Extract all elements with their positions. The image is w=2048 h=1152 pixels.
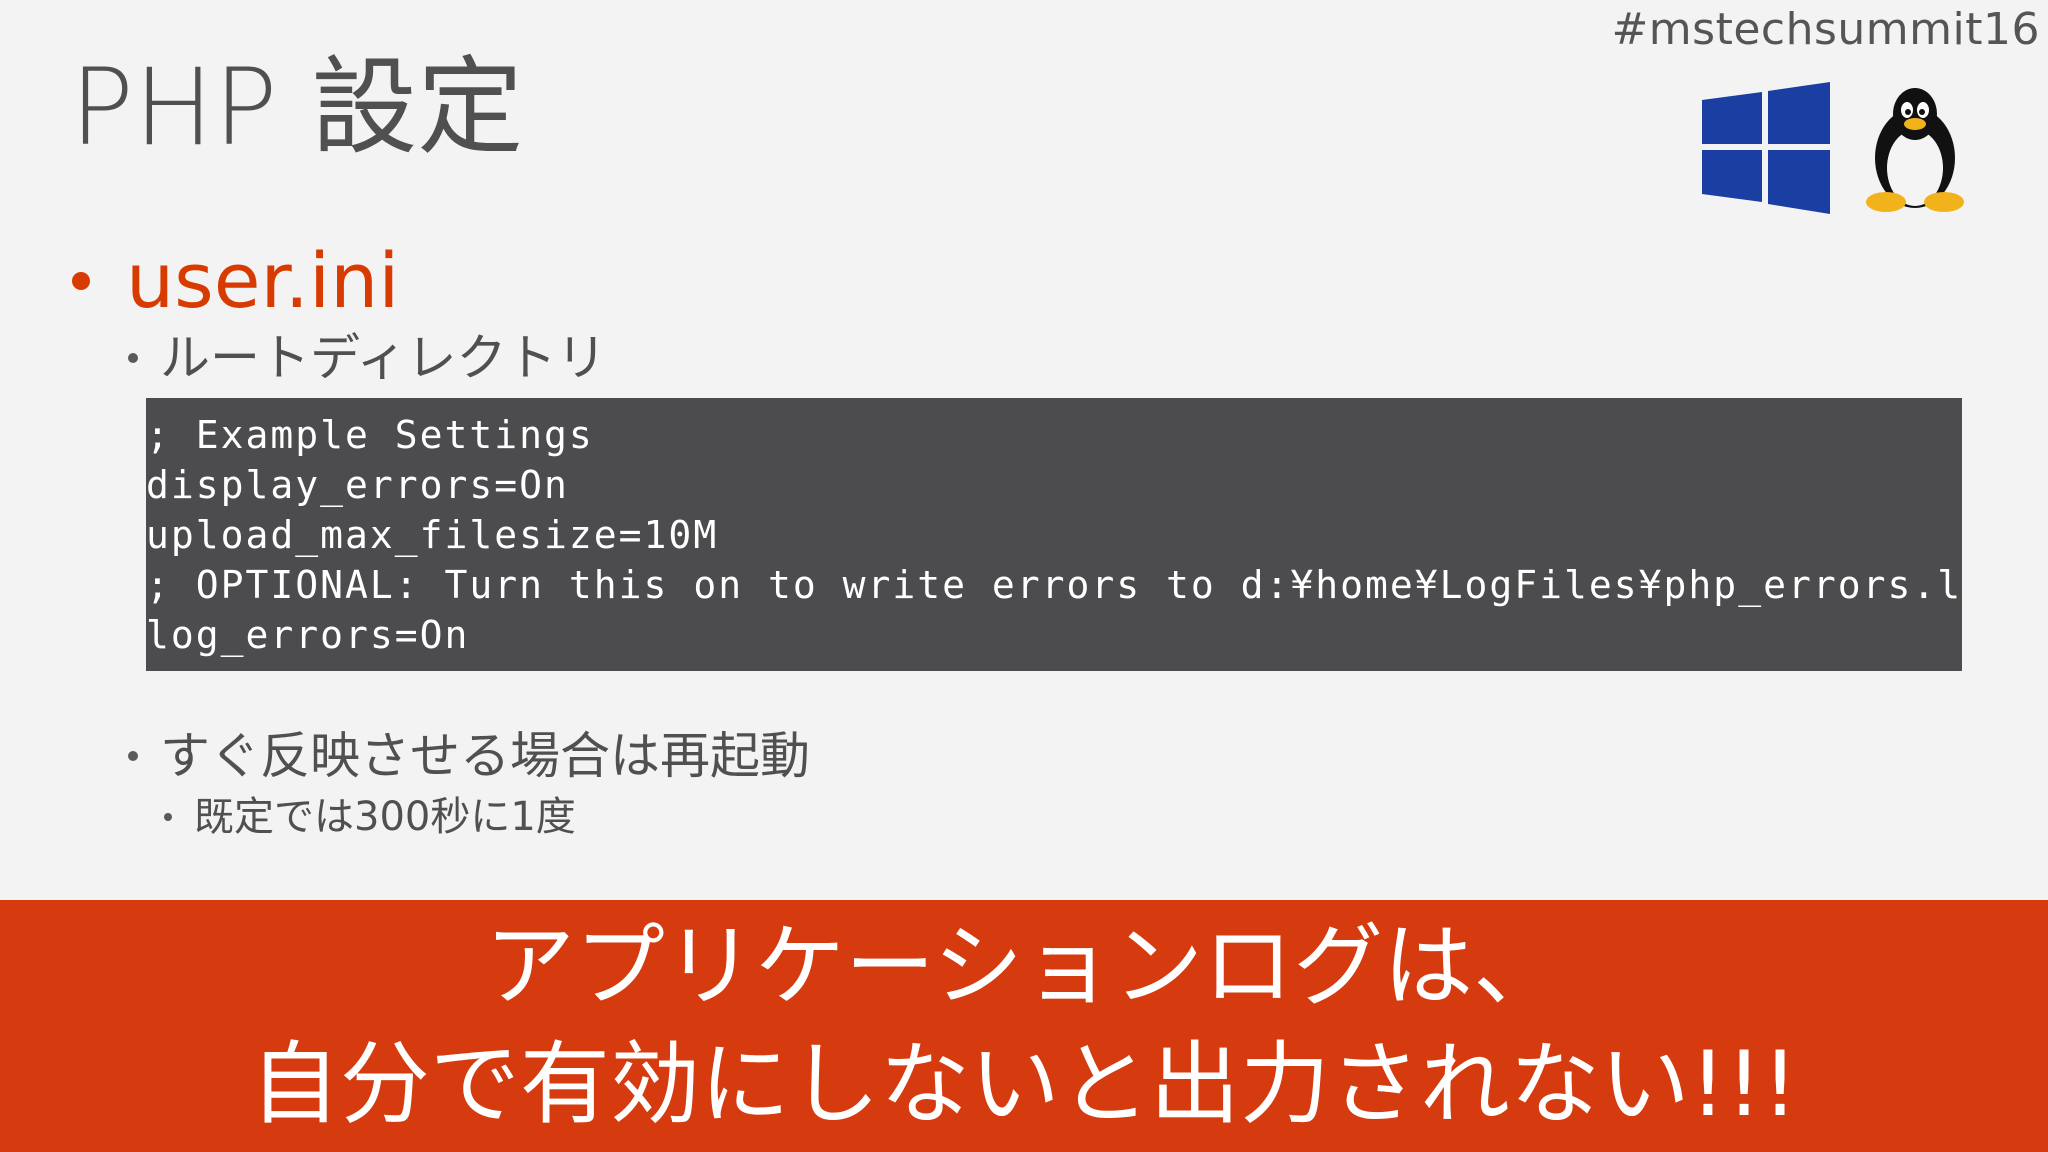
bullet-root-directory: ルートディレクトリ [128, 328, 607, 388]
default-interval-label: 既定では300秒に1度 [194, 794, 576, 840]
bullet-dot [128, 751, 138, 761]
tux-penguin-icon [1866, 88, 1964, 212]
banner-line-2: 自分で有効にしないと出力されない!!! [249, 1032, 1799, 1137]
code-block: ; Example Settings display_errors=On upl… [146, 398, 1962, 671]
bullet-dot [72, 272, 90, 290]
code-line: display_errors=On [146, 463, 569, 507]
code-line: upload_max_filesize=10M [146, 513, 719, 557]
bullet-dot [164, 813, 172, 821]
caption-banner: アプリケーションログは、 自分で有効にしないと出力されない!!! [0, 900, 2048, 1152]
bullet-dot [128, 353, 138, 363]
user-ini-label: user.ini [126, 236, 400, 325]
code-line: log_errors=On [146, 613, 470, 657]
code-line: ; OPTIONAL: Turn this on to write errors… [146, 563, 1962, 607]
hashtag: #mstechsummit16 [1611, 4, 2040, 55]
bullet-default-interval: 既定では300秒に1度 [164, 792, 576, 842]
bullet-user-ini: user.ini [72, 236, 399, 326]
restart-label: すぐ反映させる場合は再起動 [160, 727, 810, 785]
slide-title: PHP 設定 [70, 46, 524, 169]
banner-line-1: アプリケーションログは、 [484, 914, 1564, 1019]
windows-logo-icon [1702, 82, 1830, 214]
root-directory-label: ルートディレクトリ [160, 329, 607, 387]
bullet-restart: すぐ反映させる場合は再起動 [128, 726, 810, 786]
code-line: ; Example Settings [146, 413, 594, 457]
